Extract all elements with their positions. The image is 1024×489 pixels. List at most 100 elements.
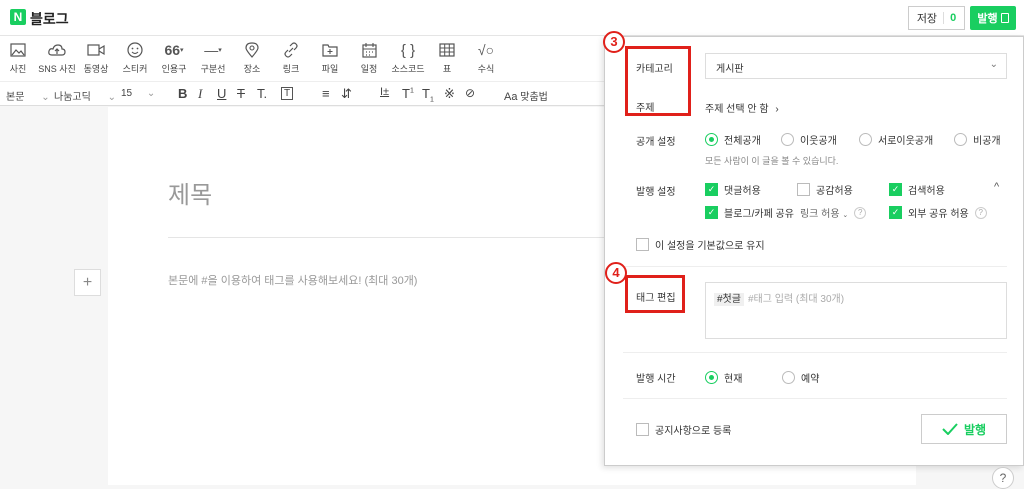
tool-table[interactable]: 표 [427, 40, 467, 75]
title-input[interactable]: 제목 [168, 175, 212, 210]
checkbox-label: 공지사항으로 등록 [655, 426, 732, 437]
tool-divider[interactable]: — ▾ 구분선 [193, 40, 233, 75]
document-icon [1000, 13, 1009, 23]
topic-select[interactable]: 주제 선택 안 함 › [705, 100, 779, 115]
strikethrough-icon[interactable]: T [237, 86, 245, 101]
letter-spacing-icon[interactable]: I± [380, 86, 389, 98]
top-bar: N 블로그 저장 0 발행 [0, 0, 1024, 36]
chevron-right-icon: › [775, 104, 779, 115]
text-background-icon[interactable]: T [281, 87, 294, 100]
line-height-icon[interactable]: ⇵ [341, 86, 352, 102]
tool-quote[interactable]: 66 ▾ 인용구 [154, 40, 194, 75]
collapse-chevron-up-icon[interactable]: ^ [994, 181, 999, 193]
checkbox-label: 공감허용 [816, 186, 853, 197]
checkbox-empty [797, 183, 810, 196]
bold-icon[interactable]: B [178, 86, 187, 101]
tool-file[interactable]: 파일 [310, 40, 350, 75]
checkbox-empty [636, 423, 649, 436]
visibility-all-radio[interactable]: 전체공개 [705, 132, 761, 147]
publish-settings-label: 발행 설정 [636, 187, 676, 198]
spellcheck-button[interactable]: Aa 맞춤법 [504, 88, 548, 103]
divider-line-icon: — ▾ [204, 42, 222, 58]
tool-label: 링크 [282, 64, 300, 74]
save-button[interactable]: 저장 0 [908, 6, 965, 30]
tool-label: 장소 [243, 64, 261, 74]
superscript-icon[interactable]: T1 [402, 86, 414, 101]
allow-comment-checkbox[interactable]: ✓ 댓글허용 [705, 182, 761, 197]
help-icon[interactable]: ? [992, 467, 1014, 489]
tool-label: 파일 [321, 64, 339, 74]
radio-label: 이웃공개 [800, 136, 837, 147]
photo-icon [0, 40, 38, 60]
time-reserve-radio[interactable]: 예약 [782, 370, 819, 385]
visibility-neighbor-radio[interactable]: 이웃공개 [781, 132, 837, 147]
time-now-radio[interactable]: 현재 [705, 370, 742, 385]
keep-default-checkbox[interactable]: 이 설정을 기본값으로 유지 [636, 237, 765, 252]
share-link-option[interactable]: 링크 허용 ⌄ [800, 205, 848, 220]
tool-label: SNS 사진 [38, 64, 76, 74]
tool-location[interactable]: 장소 [232, 40, 272, 75]
tag-chip[interactable]: #첫글 [714, 293, 744, 306]
file-icon [310, 40, 350, 60]
notice-checkbox[interactable]: 공지사항으로 등록 [636, 422, 731, 437]
text-color-icon[interactable]: T. [257, 86, 267, 101]
share-link-label: 링크 허용 [799, 209, 840, 220]
tool-link[interactable]: 링크 [271, 40, 311, 75]
align-icon[interactable]: ≡ [322, 86, 330, 101]
publish-button-top[interactable]: 발행 [970, 6, 1016, 30]
tool-sticker[interactable]: 스티커 [115, 40, 155, 75]
annotation-box-tag [625, 275, 685, 313]
subscript-icon[interactable]: T1 [422, 86, 434, 104]
category-select[interactable]: 게시판 ⌄ [705, 53, 1007, 79]
help-icon[interactable]: ? [854, 206, 867, 219]
allow-empathy-checkbox[interactable]: 공감허용 [797, 182, 853, 197]
radio-unchecked [781, 133, 794, 146]
checkbox-empty [636, 238, 649, 251]
tool-label: 사진 [9, 64, 27, 74]
radio-label: 서로이웃공개 [878, 136, 934, 147]
size-value: 15 [121, 88, 133, 99]
underline-icon[interactable]: U [217, 86, 226, 101]
tag-input[interactable]: #첫글 #태그 입력 (최대 30개) [705, 282, 1007, 339]
allow-share-checkbox[interactable]: ✓ 블로그/카페 공유 링크 허용 ⌄? [705, 205, 867, 220]
font-size-select[interactable]: 15 ⌄ [121, 88, 155, 99]
spellcheck-label: 맞춤법 [520, 92, 548, 103]
tool-formula[interactable]: √○ 수식 [466, 40, 506, 75]
save-count[interactable]: 0 [950, 12, 956, 24]
tool-video[interactable]: 동영상 [76, 40, 116, 75]
checkbox-label: 이 설정을 기본값으로 유지 [655, 241, 765, 252]
tool-label: 인용구 [161, 64, 187, 74]
radio-label: 예약 [801, 374, 820, 385]
topic-value: 주제 선택 안 함 [705, 104, 769, 115]
category-value: 게시판 [716, 64, 744, 75]
add-component-button[interactable]: + [74, 269, 101, 296]
naver-logo-icon[interactable]: N [10, 9, 26, 25]
help-icon[interactable]: ? [974, 206, 987, 219]
publish-button-label: 발행 [963, 422, 987, 437]
cloud-upload-icon [37, 40, 77, 60]
tool-sns-photo[interactable]: SNS 사진 [37, 40, 77, 75]
tool-label: 구분선 [200, 64, 226, 74]
chevron-down-icon: ⌄ [842, 212, 849, 219]
visibility-mutual-radio[interactable]: 서로이웃공개 [859, 132, 933, 147]
italic-icon[interactable]: I [198, 86, 202, 102]
separator [943, 12, 945, 24]
check-icon: ✓ [705, 206, 718, 219]
tool-photo[interactable]: 사진 [0, 40, 38, 75]
body-input[interactable]: 본문에 #을 이용하여 태그를 사용해보세요! (최대 30개) [168, 272, 417, 288]
formula-icon: √○ [477, 42, 495, 58]
allow-search-checkbox[interactable]: ✓ 검색허용 [889, 182, 945, 197]
special-char-icon[interactable]: ※ [444, 86, 455, 102]
paragraph-style-select[interactable]: 본문 ⌄ [6, 88, 50, 103]
chevron-down-icon: ⌄ [146, 88, 156, 99]
radio-label: 전체공개 [724, 136, 761, 147]
tool-source-code[interactable]: { } 소스코드 [388, 40, 428, 75]
link-icon[interactable]: ⊘ [465, 86, 475, 100]
blog-title[interactable]: 블로그 [30, 9, 69, 29]
visibility-private-radio[interactable]: 비공개 [954, 132, 1001, 147]
font-select[interactable]: 나눔고딕 ⌄ [54, 88, 116, 103]
tool-schedule[interactable]: 일정 [349, 40, 389, 75]
allow-external-share-checkbox[interactable]: ✓ 외부 공유 허용? [889, 205, 987, 220]
radio-unchecked [782, 371, 795, 384]
publish-button[interactable]: 발행 [921, 414, 1007, 444]
